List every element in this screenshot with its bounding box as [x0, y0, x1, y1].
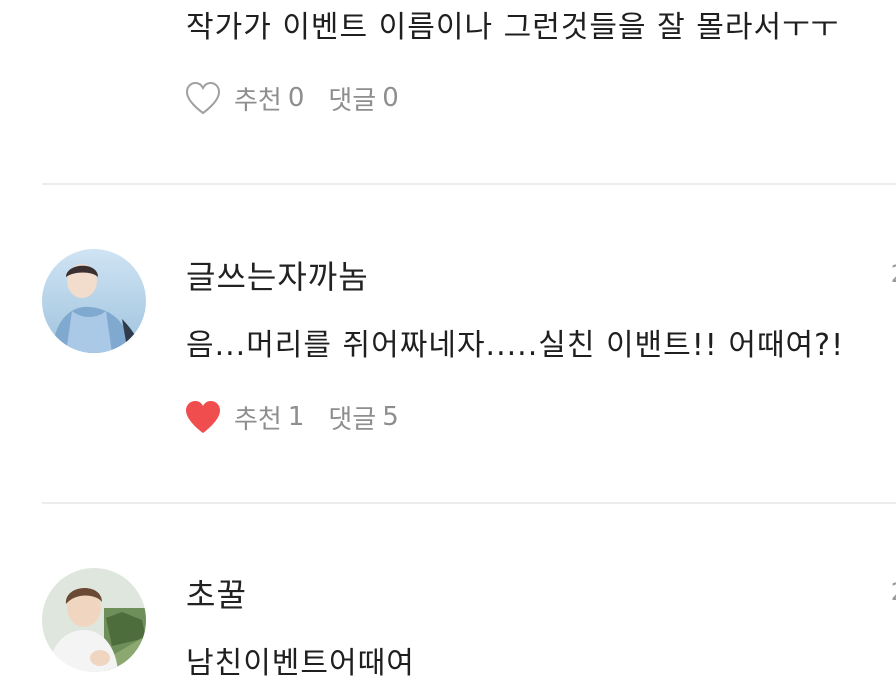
avatar-image	[42, 249, 146, 353]
comment-text: 작가가 이벤트 이름이나 그런것들을 잘 몰라서ㅜㅜ	[186, 10, 840, 45]
comment-actions: 추천 1 댓글 5	[184, 397, 399, 437]
like-label: 추천	[234, 85, 282, 116]
reply-count: 5	[382, 402, 399, 432]
comment-date: 2	[891, 260, 896, 288]
heart-outline-icon	[185, 81, 221, 115]
avatar[interactable]	[42, 249, 146, 353]
reply-label: 댓글	[328, 85, 377, 116]
like-button[interactable]: 추천 0	[184, 80, 304, 117]
avatar[interactable]	[42, 568, 146, 672]
comment-divider	[42, 183, 896, 185]
reply-label: 댓글	[328, 404, 377, 435]
reply-button[interactable]: 댓글 5	[328, 399, 398, 436]
like-count: 0	[287, 83, 305, 113]
comment-item: 작가가 이벤트 이름이나 그런것들을 잘 몰라서ㅜㅜ 추천 0 댓글 0	[0, 0, 896, 184]
comment-date: 2	[891, 578, 896, 606]
comment-actions: 추천 0 댓글 0	[184, 78, 399, 118]
comment-author[interactable]: 초꿀	[186, 570, 247, 616]
comment-text: 음...머리를 쥐어짜네자.....실친 이밴트!! 어때여?!	[186, 328, 845, 363]
comment-item: 글쓰는자까놈 2 음...머리를 쥐어짜네자.....실친 이밴트!! 어때여?…	[0, 186, 896, 502]
comment-item: 초꿀 2 남친이벤트어때여	[0, 504, 896, 681]
comment-author[interactable]: 글쓰는자까놈	[186, 252, 369, 298]
avatar-image	[42, 568, 146, 672]
reply-button[interactable]: 댓글 0	[328, 80, 398, 117]
reply-count: 0	[382, 83, 399, 113]
like-label: 추천	[234, 404, 282, 435]
like-count: 1	[287, 402, 305, 432]
like-button[interactable]: 추천 1	[184, 399, 304, 436]
comment-text: 남친이벤트어때여	[186, 646, 415, 681]
heart-filled-icon	[186, 401, 220, 433]
